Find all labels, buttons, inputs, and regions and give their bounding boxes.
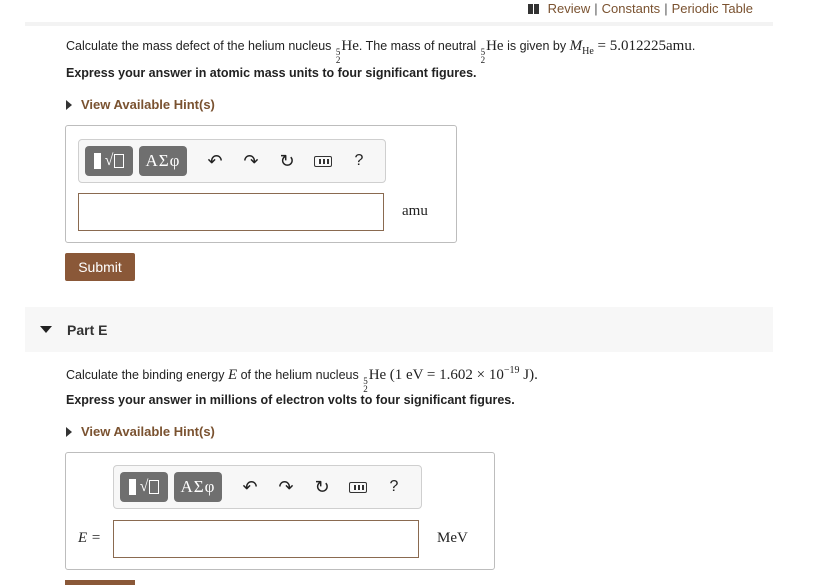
keyboard-icon[interactable] — [305, 155, 341, 167]
mass-defect-input[interactable] — [78, 193, 384, 231]
part-e-label: Part E — [67, 322, 108, 338]
caret-down-icon — [40, 326, 52, 333]
unit-label: MeV — [437, 530, 468, 546]
nucleus-notation: 52 — [363, 376, 368, 394]
template-icon[interactable]: √ — [120, 472, 168, 502]
redo-icon[interactable]: ↷ — [268, 477, 304, 498]
part-e-instruction: Express your answer in millions of elect… — [66, 393, 515, 407]
nucleus-notation: 52 — [335, 47, 341, 65]
part-e-question: Calculate the binding energy E of the he… — [66, 365, 538, 394]
periodic-table-link[interactable]: Periodic Table — [672, 1, 753, 16]
part-e-hint-toggle[interactable]: View Available Hint(s) — [66, 424, 215, 439]
book-icon — [527, 3, 540, 14]
caret-right-icon — [66, 100, 72, 110]
greek-icon[interactable]: ΑΣφ — [139, 146, 187, 176]
template-icon[interactable]: √ — [85, 146, 133, 176]
undo-icon[interactable]: ↶ — [197, 151, 233, 172]
math-toolbar: √ ΑΣφ ↶ ↷ ↻ ? — [78, 139, 386, 183]
part-d-instruction: Express your answer in atomic mass units… — [66, 66, 477, 80]
constants-link[interactable]: Constants — [602, 1, 661, 16]
resource-links: Review | Constants | Periodic Table — [527, 1, 753, 16]
submit-button-partial[interactable] — [65, 580, 135, 585]
help-icon[interactable]: ? — [376, 478, 412, 496]
part-d-question: Calculate the mass defect of the helium … — [66, 38, 696, 65]
keyboard-icon[interactable] — [340, 481, 376, 493]
review-link[interactable]: Review — [548, 1, 591, 16]
greek-icon[interactable]: ΑΣφ — [174, 472, 222, 502]
nucleus-notation: 52 — [480, 47, 486, 65]
submit-button[interactable]: Submit — [65, 253, 135, 281]
redo-icon[interactable]: ↷ — [233, 151, 269, 172]
part-e-header[interactable]: Part E — [25, 307, 773, 352]
part-d-hint-toggle[interactable]: View Available Hint(s) — [66, 97, 215, 112]
conversion-expression: (1 eV = 1.602 × 10−19 J). — [389, 365, 538, 383]
top-bar: Review | Constants | Periodic Table — [25, 0, 773, 26]
undo-icon[interactable]: ↶ — [232, 477, 268, 498]
unit-label: amu — [402, 203, 428, 219]
separator: | — [594, 1, 598, 16]
part-e-answer-box: √ ΑΣφ ↶ ↷ ↻ ? E = MeV — [65, 452, 495, 570]
reset-icon[interactable]: ↻ — [269, 151, 305, 172]
energy-input-label: E = — [78, 530, 102, 546]
reset-icon[interactable]: ↻ — [304, 477, 340, 498]
mass-expression: MHe = 5.012225amu — [569, 38, 692, 57]
separator: | — [664, 1, 668, 16]
caret-right-icon — [66, 427, 72, 437]
binding-energy-input[interactable] — [113, 520, 419, 558]
help-icon[interactable]: ? — [341, 152, 377, 170]
part-d-answer-box: √ ΑΣφ ↶ ↷ ↻ ? amu — [65, 125, 457, 243]
math-toolbar: √ ΑΣφ ↶ ↷ ↻ ? — [113, 465, 422, 509]
